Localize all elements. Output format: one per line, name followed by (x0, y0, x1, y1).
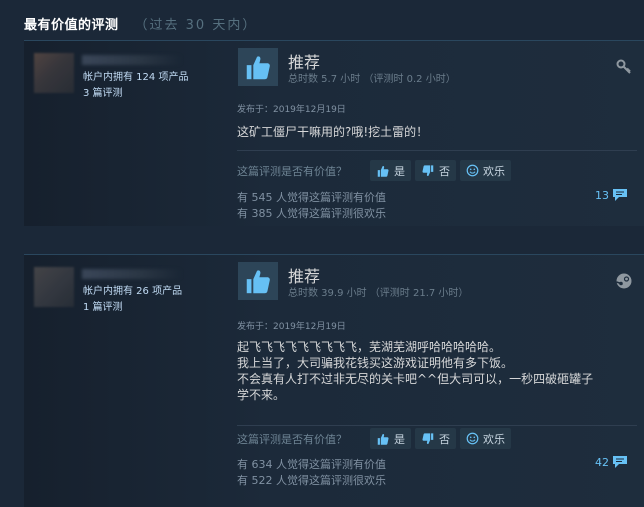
posted-date: 发布于：2019年12月19日 (237, 105, 346, 115)
helpful-vote-row: 这篇评测是否有价值？ 是 否 欢乐 (237, 160, 515, 181)
review-text-line: 不会真有人打不过非无尽的关卡吧^^但大司可以，一秒四破砸罐子 (237, 372, 594, 386)
helpful-question: 这篇评测是否有价值？ (237, 432, 347, 446)
thumbs-down-icon (422, 432, 434, 444)
comment-bubble-icon (613, 189, 627, 201)
review-content: 起飞飞飞飞飞飞飞飞飞，芜湖芜湖呼哈哈哈哈哈。 我上当了，大司骗我花钱买这游戏证明… (237, 339, 637, 403)
author-name-blurred[interactable] (82, 269, 182, 279)
review-count[interactable]: 1 篇评测 (83, 298, 123, 313)
review-author[interactable]: 帐户内拥有 124 项产品 3 篇评测 (32, 51, 232, 111)
comments-link[interactable]: 42 (595, 455, 628, 469)
vote-yes-label: 是 (394, 432, 405, 446)
divider (237, 425, 637, 426)
review-text-line: 起飞飞飞飞飞飞飞飞飞，芜湖芜湖呼哈哈哈哈哈。 (237, 340, 502, 354)
thumbs-down-icon (422, 164, 434, 176)
review-stats: 有 634 人觉得这篇评测有价值 有 522 人觉得这篇评测很欢乐 (237, 457, 386, 489)
thumbs-up-icon (377, 433, 389, 445)
steam-icon (616, 273, 632, 289)
vote-yes-button[interactable]: 是 (370, 428, 411, 449)
posted-date: 发布于：2019年12月19日 (237, 322, 346, 332)
thumbs-up-icon[interactable] (238, 48, 278, 86)
helpful-vote-row: 这篇评测是否有价值？ 是 否 欢乐 (237, 428, 515, 449)
vote-funny-label: 欢乐 (483, 164, 505, 178)
helpful-stat: 有 634 人觉得这篇评测有价值 (237, 458, 386, 471)
review-author[interactable]: 帐户内拥有 26 项产品 1 篇评测 (32, 265, 232, 325)
vote-no-button[interactable]: 否 (415, 428, 456, 449)
section-subtitle: （过去 30 天内） (134, 18, 258, 33)
vote-no-label: 否 (439, 432, 450, 446)
vote-funny-button[interactable]: 欢乐 (460, 428, 511, 449)
review-text-line: 我上当了，大司骗我花钱买这游戏证明他有多下饭。 (237, 356, 514, 370)
vote-no-label: 否 (439, 164, 450, 178)
helpful-question: 这篇评测是否有价值？ (237, 164, 347, 178)
funny-stat: 有 522 人觉得这篇评测很欢乐 (237, 474, 386, 487)
vote-yes-label: 是 (394, 164, 405, 178)
review-card: 帐户内拥有 26 项产品 1 篇评测 推荐 总时数 39.9 小时 （评测时 2… (24, 254, 644, 507)
smiley-icon (466, 432, 479, 445)
avatar[interactable] (34, 53, 74, 93)
comment-bubble-icon (613, 456, 627, 468)
section-header: 最有价值的评测 （过去 30 天内） (24, 14, 257, 36)
section-title: 最有价值的评测 (24, 18, 119, 33)
comment-count: 13 (595, 188, 609, 202)
key-icon (616, 59, 632, 75)
playtime-hours: 总时数 39.9 小时 （评测时 21.7 小时） (288, 288, 469, 299)
vote-funny-button[interactable]: 欢乐 (460, 160, 511, 181)
review-card: 帐户内拥有 124 项产品 3 篇评测 推荐 总时数 5.7 小时 （评测时 0… (24, 40, 644, 226)
review-text-line: 这矿工僵尸干嘛用的?哦!挖土雷的！ (237, 125, 429, 139)
review-text-line: 学不来。 (237, 388, 286, 402)
products-owned[interactable]: 帐户内拥有 124 项产品 (83, 68, 188, 83)
smiley-icon (466, 164, 479, 177)
review-count[interactable]: 3 篇评测 (83, 84, 123, 99)
thumbs-up-icon (377, 165, 389, 177)
helpful-stat: 有 545 人觉得这篇评测有价值 (237, 191, 386, 204)
playtime-hours: 总时数 5.7 小时 （评测时 0.2 小时） (288, 74, 456, 85)
vote-no-button[interactable]: 否 (415, 160, 456, 181)
vote-funny-label: 欢乐 (483, 432, 505, 446)
avatar[interactable] (34, 267, 74, 307)
review-stats: 有 545 人觉得这篇评测有价值 有 385 人觉得这篇评测很欢乐 (237, 190, 386, 222)
funny-stat: 有 385 人觉得这篇评测很欢乐 (237, 207, 386, 220)
divider (237, 150, 637, 151)
author-name-blurred[interactable] (82, 55, 182, 65)
products-owned[interactable]: 帐户内拥有 26 项产品 (83, 282, 182, 297)
comments-link[interactable]: 13 (595, 188, 628, 202)
review-content: 这矿工僵尸干嘛用的?哦!挖土雷的！ (237, 124, 637, 140)
vote-yes-button[interactable]: 是 (370, 160, 411, 181)
thumbs-up-icon[interactable] (238, 262, 278, 300)
comment-count: 42 (595, 455, 609, 469)
